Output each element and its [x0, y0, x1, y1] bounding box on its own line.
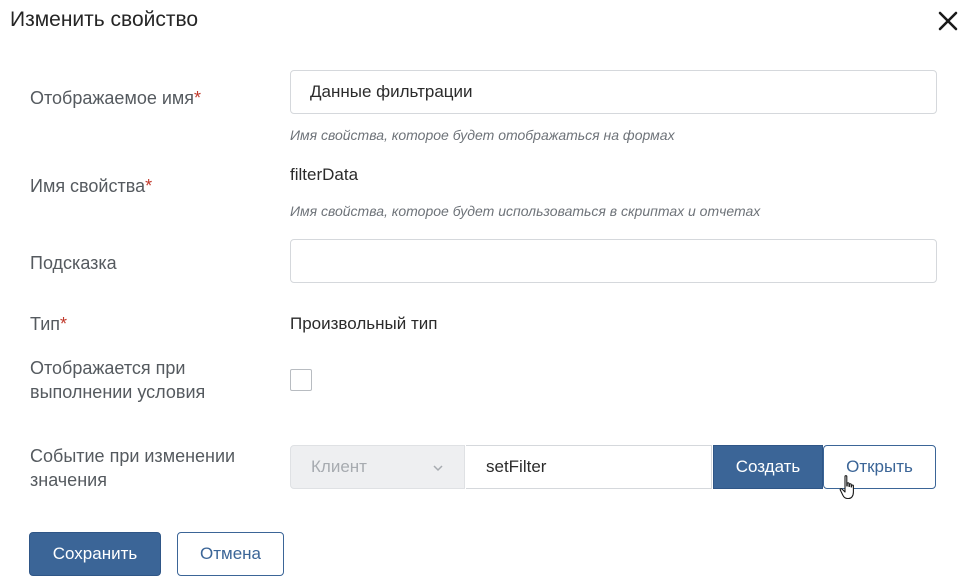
display-name-hint: Имя свойства, которое будет отображаться…: [290, 127, 675, 143]
required-mark: *: [145, 176, 153, 196]
event-side-select-value: Клиент: [311, 457, 367, 476]
conditional-display-label-line1: Отображается при: [30, 358, 186, 378]
display-name-label-text: Отображаемое имя: [30, 88, 195, 108]
conditional-display-label: Отображается при выполнении условия: [30, 356, 205, 404]
required-mark: *: [60, 314, 68, 334]
required-mark: *: [194, 88, 202, 108]
create-handler-button[interactable]: Создать: [713, 445, 823, 489]
close-icon[interactable]: [934, 7, 962, 35]
change-event-label-line1: Событие при изменении: [30, 446, 236, 466]
change-event-label: Событие при изменении значения: [30, 444, 235, 492]
property-name-value: filterData: [290, 165, 359, 184]
event-side-select[interactable]: Клиент: [290, 445, 465, 489]
property-name-label-text: Имя свойства: [30, 176, 146, 196]
tooltip-input[interactable]: [290, 239, 937, 283]
property-name-label: Имя свойства*: [30, 174, 152, 198]
type-label: Тип*: [30, 312, 67, 336]
event-handler-input[interactable]: [466, 445, 712, 489]
display-name-input[interactable]: [290, 70, 937, 114]
chevron-down-icon: [433, 465, 443, 472]
save-button[interactable]: Сохранить: [29, 532, 161, 576]
cancel-button[interactable]: Отмена: [177, 532, 284, 576]
conditional-display-label-line2: выполнении условия: [30, 382, 206, 402]
dialog-title: Изменить свойство: [10, 8, 199, 31]
display-name-label: Отображаемое имя*: [30, 86, 201, 110]
open-handler-button[interactable]: Открыть: [823, 445, 936, 489]
change-event-label-line2: значения: [30, 470, 107, 490]
type-value: Произвольный тип: [290, 314, 438, 333]
conditional-display-checkbox[interactable]: [290, 369, 312, 391]
type-label-text: Тип: [30, 314, 61, 334]
property-name-hint: Имя свойства, которое будет использовать…: [290, 203, 761, 219]
tooltip-label: Подсказка: [30, 253, 117, 273]
